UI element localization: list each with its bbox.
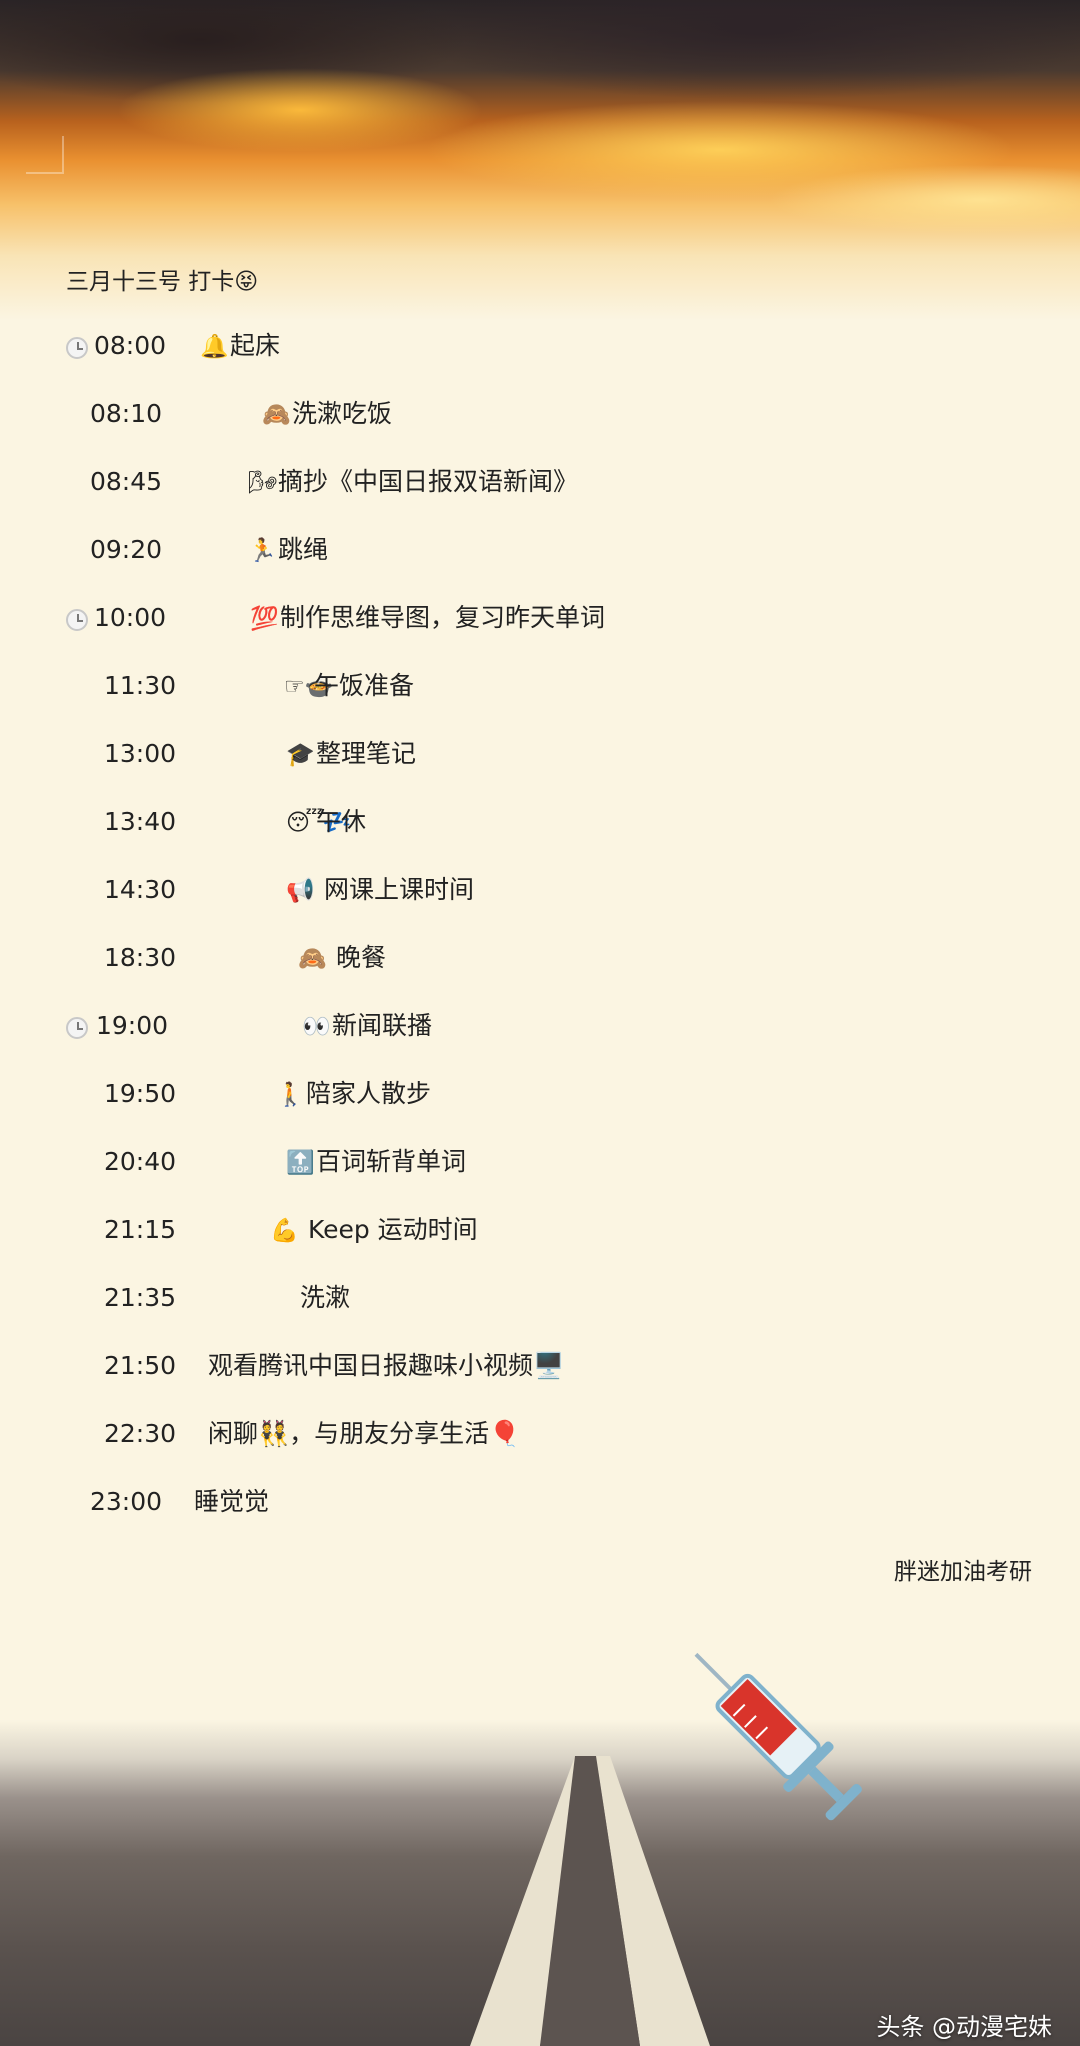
schedule-time: 23:00 bbox=[90, 1487, 163, 1516]
schedule-task-label: 跳绳 bbox=[278, 535, 329, 564]
clock-icon bbox=[66, 337, 88, 359]
schedule-task-label: 闲聊👯，与朋友分享生活🎈 bbox=[208, 1419, 521, 1448]
schedule-task-label: 洗漱 bbox=[300, 1283, 351, 1312]
schedule-task-label: 晚餐 bbox=[328, 943, 386, 972]
schedule-task: 🏃跳绳 bbox=[248, 530, 328, 571]
schedule-time: 14:30 bbox=[104, 875, 177, 904]
eyes-icon: 👀 bbox=[302, 1014, 331, 1040]
schedule-task-label: 起床 bbox=[230, 331, 281, 360]
schedule-task: 🔝百词斩背单词 bbox=[286, 1142, 466, 1183]
pointing-bowl-icon: ☞🍲 bbox=[284, 674, 334, 700]
schedule-time: 10:00 bbox=[94, 603, 167, 632]
schedule-task-label: 新闻联播 bbox=[332, 1011, 433, 1040]
schedule-time: 21:35 bbox=[104, 1283, 177, 1312]
schedule-time: 11:30 bbox=[104, 671, 177, 700]
schedule-time: 22:30 bbox=[104, 1419, 177, 1448]
megaphone-icon: 📢 bbox=[286, 878, 315, 904]
schedule-task: 💪 Keep 运动时间 bbox=[270, 1210, 478, 1251]
watermark: 头条 @动漫宅妹 bbox=[876, 2013, 1052, 2041]
schedule-task-label: 制作思维导图，复习昨天单词 bbox=[280, 603, 606, 632]
sleeping-face-icon: 😴💤 bbox=[286, 810, 352, 836]
schedule-time: 19:00 bbox=[96, 1011, 169, 1040]
page-title: 三月十三号 打卡😝 bbox=[66, 269, 259, 295]
top-arrow-icon: 🔝 bbox=[286, 1150, 315, 1176]
schedule-time: 21:50 bbox=[104, 1351, 177, 1380]
schedule-task-label: 午饭准备 bbox=[314, 671, 415, 700]
schedule-time: 18:30 bbox=[104, 943, 177, 972]
schedule-task-label: 睡觉觉 bbox=[194, 1487, 270, 1516]
schedule-time: 13:40 bbox=[104, 807, 177, 836]
schedule-task-label: 百词斩背单词 bbox=[316, 1147, 467, 1176]
clock-icon bbox=[66, 609, 88, 631]
schedule-time: 08:00 bbox=[94, 331, 167, 360]
corner-mark bbox=[26, 136, 64, 174]
schedule-task: 🔔起床 bbox=[200, 326, 280, 367]
flexed-biceps-icon: 💪 bbox=[270, 1218, 299, 1244]
schedule-time: 09:20 bbox=[90, 535, 163, 564]
schedule-time: 08:45 bbox=[90, 467, 163, 496]
hundred-points-icon: 💯 bbox=[250, 606, 279, 632]
runner-icon: 🏃 bbox=[248, 538, 277, 564]
schedule-task-label: Keep 运动时间 bbox=[300, 1215, 478, 1244]
schedule-task-label: 午休 bbox=[316, 807, 367, 836]
schedule-task: 💯制作思维导图，复习昨天单词 bbox=[250, 598, 605, 639]
wind-icon: 🌬 bbox=[248, 470, 278, 496]
graduation-cap-icon: 🎓 bbox=[286, 742, 315, 768]
schedule-task-label: 摘抄《中国日报双语新闻》 bbox=[278, 467, 579, 496]
schedule-task: ☞🍲午饭准备 bbox=[284, 666, 414, 707]
bell-icon: 🔔 bbox=[200, 334, 229, 360]
schedule-task: 闲聊👯，与朋友分享生活🎈 bbox=[208, 1414, 520, 1454]
schedule-task: 🙈洗漱吃饭 bbox=[262, 394, 392, 435]
walking-person-icon: 🚶 bbox=[276, 1082, 305, 1108]
schedule-time: 19:50 bbox=[104, 1079, 177, 1108]
schedule-task: 🚶陪家人散步 bbox=[276, 1074, 431, 1115]
see-no-evil-monkey-icon: 🙈 bbox=[262, 402, 291, 428]
schedule-task: 洗漱 bbox=[300, 1278, 350, 1318]
schedule-task-label: 观看腾讯中国日报趣味小视频🖥️ bbox=[208, 1351, 565, 1380]
signoff-text: 胖迷加油考研 bbox=[894, 1559, 1032, 1585]
schedule-time: 13:00 bbox=[104, 739, 177, 768]
schedule-task-label: 洗漱吃饭 bbox=[292, 399, 393, 428]
schedule-time: 08:10 bbox=[90, 399, 163, 428]
schedule-task: 🎓整理笔记 bbox=[286, 734, 416, 775]
schedule-task: 睡觉觉 bbox=[194, 1482, 269, 1522]
schedule-time: 21:15 bbox=[104, 1215, 177, 1244]
schedule-time: 20:40 bbox=[104, 1147, 177, 1176]
schedule-task: 📢 网课上课时间 bbox=[286, 870, 474, 911]
schedule-task-label: 网课上课时间 bbox=[316, 875, 474, 904]
road-image bbox=[0, 1720, 1080, 2046]
schedule-task: 🌬摘抄《中国日报双语新闻》 bbox=[248, 462, 578, 503]
schedule-task-label: 整理笔记 bbox=[316, 739, 417, 768]
schedule-task-label: 陪家人散步 bbox=[306, 1079, 432, 1108]
clock-icon bbox=[66, 1017, 88, 1039]
schedule-task: 👀新闻联播 bbox=[302, 1006, 432, 1047]
schedule-task: 观看腾讯中国日报趣味小视频🖥️ bbox=[208, 1346, 564, 1386]
schedule-task: 🙈 晚餐 bbox=[298, 938, 386, 979]
schedule-task: 😴💤午休 bbox=[286, 802, 366, 843]
see-no-evil-monkey-icon: 🙈 bbox=[298, 946, 327, 972]
syringe-icon bbox=[694, 1652, 862, 1821]
